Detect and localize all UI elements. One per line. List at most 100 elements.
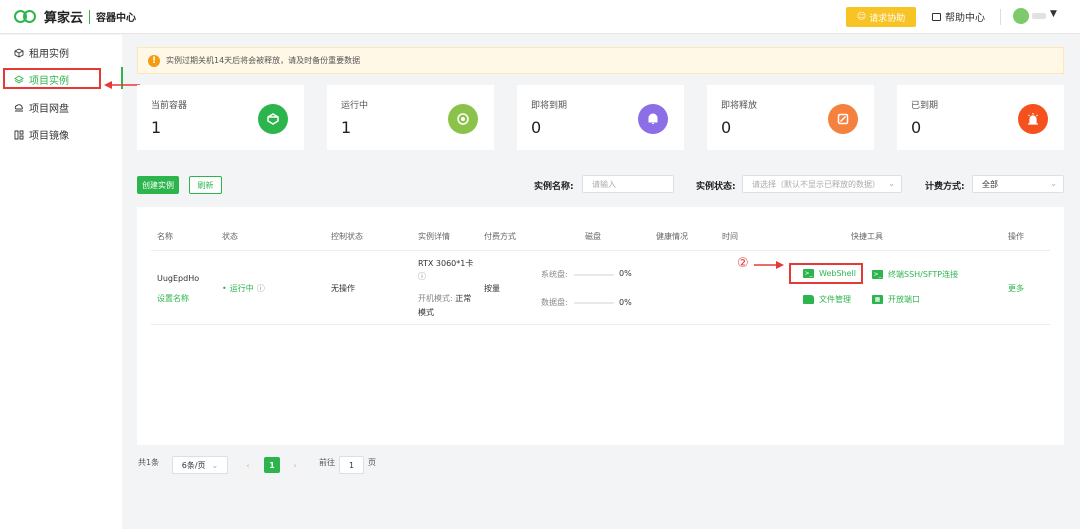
- col-header-disk: 磁盘: [585, 232, 601, 241]
- sidebar-item-project-drive[interactable]: 项目网盘: [14, 100, 69, 115]
- stat-card-current: 当前容器 1: [137, 85, 304, 150]
- status-running: • 运行中 ⓘ: [222, 283, 265, 294]
- top-bar: 算家云 容器中心 ☺ 请求协助 帮助中心 ▼: [0, 0, 1080, 34]
- cloud-drive-icon: [14, 103, 23, 111]
- chevron-down-icon: ⌄: [1050, 179, 1057, 188]
- control-status: 无操作: [331, 284, 355, 293]
- brand-logo[interactable]: 算家云 容器中心: [14, 7, 136, 26]
- create-instance-button[interactable]: 创建实例: [137, 176, 179, 194]
- headset-icon: ☺: [856, 12, 867, 22]
- chevron-down-icon[interactable]: ▼: [1050, 9, 1057, 19]
- col-header-time: 时间: [722, 232, 738, 241]
- request-help-label: 请求协助: [869, 13, 906, 24]
- stat-value: 0: [721, 118, 732, 137]
- system-disk-percent: 0%: [619, 269, 632, 278]
- header-divider: [1000, 9, 1001, 25]
- stat-card-running: 运行中 1: [327, 85, 494, 150]
- annotation-arrow-icon: [754, 261, 784, 269]
- image-grid-icon: [14, 130, 24, 139]
- sidebar: 租用实例 项目实例 项目网盘 项目镜像: [0, 35, 122, 529]
- data-disk-percent: 0%: [619, 298, 632, 307]
- stat-label: 即将到期: [531, 101, 568, 111]
- col-header-billing: 付费方式: [484, 232, 516, 241]
- gpu-spec: RTX 3060*1卡: [418, 259, 474, 268]
- billing-method-label: 计费方式:: [925, 182, 965, 192]
- container-icon: [258, 104, 288, 134]
- refresh-button[interactable]: 刷新: [189, 176, 222, 194]
- brand-name: 算家云: [44, 11, 84, 26]
- stat-value: 0: [531, 118, 542, 137]
- expiry-notice: ! 实例过期关机14天后将会被释放，请及时备份重要数据: [137, 47, 1064, 74]
- bell-icon: [638, 104, 668, 134]
- goto-page-input[interactable]: 1: [339, 456, 364, 474]
- instance-name-input[interactable]: 请输入: [582, 175, 674, 193]
- stat-card-expired: 已到期 0: [897, 85, 1064, 150]
- stat-value: 1: [151, 118, 162, 137]
- boot-mode-label: 开机模式:: [418, 294, 453, 303]
- sidebar-item-label: 项目镜像: [29, 131, 69, 142]
- highlight-box-webshell: [789, 263, 863, 284]
- page-button-current[interactable]: 1: [264, 457, 280, 473]
- instance-name-label: 实例名称:: [534, 182, 574, 192]
- instance-status-label: 实例状态:: [696, 182, 736, 192]
- chevron-down-icon: ⌄: [888, 179, 895, 188]
- col-header-status: 状态: [222, 232, 238, 241]
- warning-icon: !: [148, 54, 160, 67]
- logo-mark-icon: [14, 8, 38, 26]
- total-count: 共1条: [138, 458, 160, 467]
- sidebar-item-label: 项目网盘: [29, 104, 69, 115]
- help-center-link[interactable]: 帮助中心: [932, 9, 985, 24]
- stat-label: 运行中: [341, 101, 369, 111]
- avatar[interactable]: [1013, 8, 1029, 24]
- book-icon: [932, 12, 941, 21]
- sidebar-item-rent-instance[interactable]: 租用实例: [14, 45, 69, 60]
- logo-divider: [89, 9, 91, 24]
- help-circle-icon[interactable]: ⓘ: [418, 271, 426, 282]
- col-header-name: 名称: [157, 232, 173, 241]
- release-icon: [828, 104, 858, 134]
- stat-value: 1: [341, 118, 352, 137]
- next-page-button[interactable]: ›: [287, 457, 303, 473]
- status-dot-icon: •: [222, 284, 227, 293]
- col-header-health: 健康情况: [656, 232, 688, 241]
- header-divider: [151, 250, 1050, 251]
- rename-link[interactable]: 设置名称: [157, 293, 189, 304]
- col-header-actions: 操作: [1008, 232, 1024, 241]
- help-circle-icon[interactable]: ⓘ: [257, 283, 265, 294]
- system-disk-bar: [574, 274, 614, 276]
- chevron-down-icon: ⌄: [211, 460, 219, 470]
- instance-name: UugEpdHo: [157, 274, 200, 283]
- annotation-marker-2: ②: [737, 256, 749, 271]
- stat-label: 已到期: [911, 101, 939, 111]
- data-disk-bar: [574, 302, 614, 304]
- status-select-placeholder: 请选择（默认不显示已释放的数据）: [752, 179, 880, 189]
- instance-status-select[interactable]: 请选择（默认不显示已释放的数据） ⌄: [742, 175, 902, 193]
- page-size-value: 6条/页: [181, 460, 206, 470]
- col-header-detail: 实例详情: [418, 232, 450, 241]
- user-name-blurred: [1032, 13, 1046, 19]
- data-disk-label: 数据盘:: [541, 298, 568, 307]
- more-link[interactable]: 更多: [1008, 283, 1024, 294]
- file-manager-link[interactable]: 文件管理: [803, 294, 851, 305]
- folder-icon: [803, 295, 814, 304]
- stat-card-releasing: 即将释放 0: [707, 85, 874, 150]
- running-icon: [448, 104, 478, 134]
- request-help-button[interactable]: ☺ 请求协助: [846, 7, 916, 27]
- col-header-control: 控制状态: [331, 232, 363, 241]
- open-port-link[interactable]: ▦ 开放端口: [872, 294, 920, 305]
- tool-label: 文件管理: [819, 295, 851, 304]
- page-size-select[interactable]: 6条/页 ⌄: [172, 456, 228, 474]
- billing-method-select[interactable]: 全部 ⌄: [972, 175, 1064, 193]
- terminal-icon: >_: [872, 270, 883, 279]
- boot-mode: 开机模式: 正常: [418, 293, 471, 304]
- system-disk-label: 系统盘:: [541, 270, 568, 279]
- cube-outline-icon: [14, 47, 24, 58]
- billing-select-value: 全部: [982, 179, 998, 189]
- alarm-icon: [1018, 104, 1048, 134]
- ssh-sftp-link[interactable]: >_ 终端SSH/SFTP连接: [872, 269, 958, 280]
- notice-text: 实例过期关机14天后将会被释放，请及时备份重要数据: [166, 56, 361, 65]
- prev-page-button[interactable]: ‹: [240, 457, 256, 473]
- goto-label: 前往: [319, 458, 335, 467]
- sidebar-item-project-image[interactable]: 项目镜像: [14, 127, 69, 142]
- help-center-label: 帮助中心: [945, 13, 985, 24]
